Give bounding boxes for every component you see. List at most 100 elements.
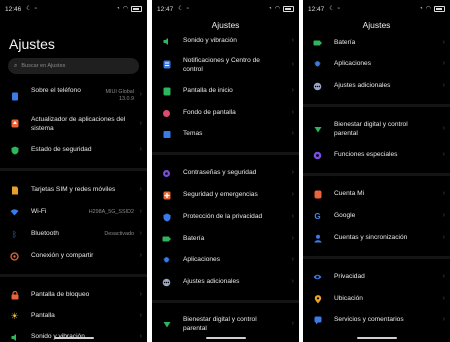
screen-panel-3: 12:47 ☾ ▫ ◔ ◠ Ajustes Batería › ✹ Aplica… xyxy=(303,0,450,342)
chevron-right-icon: › xyxy=(442,234,445,241)
chevron-right-icon: › xyxy=(291,130,294,137)
settings-item-apps[interactable]: ✹ Aplicaciones › xyxy=(152,254,299,266)
emergency-icon xyxy=(162,191,171,200)
settings-item-label: Ajustes adicionales xyxy=(183,278,240,285)
alarm-icon: ◔ xyxy=(116,6,120,12)
chevron-right-icon: › xyxy=(139,312,142,319)
chevron-right-icon: › xyxy=(442,212,445,219)
page-title: Ajustes xyxy=(362,20,391,30)
apps-icon: ✹ xyxy=(162,254,171,265)
settings-item-lock-screen[interactable]: Pantalla de bloqueo › xyxy=(0,289,147,301)
settings-item-safety-emergency[interactable]: Seguridad y emergencias › xyxy=(152,189,299,201)
apps-icon: ✹ xyxy=(313,58,322,69)
mi-account-icon xyxy=(313,190,322,199)
more-icon xyxy=(313,82,322,91)
wifi-status-icon: ◠ xyxy=(274,6,280,12)
settings-item-digital-wellbeing[interactable]: Bienestar digital y control parental › xyxy=(303,119,450,139)
settings-item-display[interactable]: ☀ Pantalla › xyxy=(0,310,147,322)
status-time: 12:46 xyxy=(5,5,22,13)
gesture-bar[interactable] xyxy=(356,337,397,339)
settings-item-bluetooth[interactable]: ᛒ Bluetooth Desactivado › xyxy=(0,228,147,240)
settings-item-digital-wellbeing[interactable]: Bienestar digital y control parental › xyxy=(152,314,299,334)
theme-icon xyxy=(162,130,171,139)
settings-item-mi-account[interactable]: Cuenta Mi › xyxy=(303,188,450,200)
chevron-right-icon: › xyxy=(442,295,445,302)
notification-icon xyxy=(162,60,171,69)
chevron-right-icon: › xyxy=(442,151,445,158)
settings-item-services-feedback[interactable]: Servicios y comentarios › xyxy=(303,314,450,326)
settings-item-themes[interactable]: Temas › xyxy=(152,128,299,140)
search-input[interactable]: ⌕ Buscar en Ajustes xyxy=(8,58,139,74)
alarm-icon: ◔ xyxy=(419,6,423,12)
account-sync-icon xyxy=(313,234,322,243)
chevron-right-icon: › xyxy=(291,169,294,176)
settings-item-privacy-protection[interactable]: Protección de la privacidad › xyxy=(152,211,299,223)
notification-dot-icon: ▫ xyxy=(34,6,37,12)
chevron-right-icon: › xyxy=(139,333,142,340)
settings-item-label: Notificaciones y Centro de control xyxy=(183,57,260,73)
settings-item-label: Cuentas y sincronización xyxy=(334,234,408,241)
settings-item-label: Privacidad xyxy=(334,273,365,280)
settings-item-connection-sharing[interactable]: Conexión y compartir › xyxy=(0,250,147,262)
settings-item-label: Bienestar digital y control parental xyxy=(334,121,408,137)
settings-item-sim-networks[interactable]: Tarjetas SIM y redes móviles › xyxy=(0,184,147,196)
sim-card-icon xyxy=(10,186,19,195)
chevron-right-icon: › xyxy=(442,190,445,197)
chevron-right-icon: › xyxy=(442,60,445,67)
section-divider xyxy=(0,274,147,277)
settings-item-system-app-updater[interactable]: Actualizador de aplicaciones del sistema… xyxy=(0,114,147,134)
settings-item-special-features[interactable]: Funciones especiales › xyxy=(303,149,450,161)
settings-item-additional-settings[interactable]: Ajustes adicionales › xyxy=(152,276,299,288)
settings-item-label: Contraseñas y seguridad xyxy=(183,169,257,176)
settings-item-battery[interactable]: Batería › xyxy=(303,37,450,49)
settings-item-label: Cuenta Mi xyxy=(334,190,365,197)
settings-item-notifications-control-center[interactable]: Notificaciones y Centro de control › xyxy=(152,55,299,75)
status-time: 12:47 xyxy=(308,5,325,13)
bluetooth-icon: ᛒ xyxy=(12,229,17,239)
chevron-right-icon: › xyxy=(442,125,445,132)
settings-item-value: Desactivado xyxy=(104,231,134,237)
battery-icon xyxy=(162,235,171,244)
section-divider xyxy=(303,104,450,107)
chevron-right-icon: › xyxy=(442,39,445,46)
status-time: 12:47 xyxy=(157,5,174,13)
settings-item-battery[interactable]: Batería › xyxy=(152,233,299,245)
gesture-bar[interactable] xyxy=(205,337,246,339)
settings-item-additional-settings[interactable]: Ajustes adicionales › xyxy=(303,80,450,92)
settings-item-label: Actualizador de aplicaciones del sistema xyxy=(31,116,126,132)
status-bar: 12:47 ☾ ▫ ◔ ◠ xyxy=(157,4,294,14)
search-icon: ⌕ xyxy=(14,62,18,69)
gesture-bar[interactable] xyxy=(53,337,94,339)
settings-item-label: Conexión y compartir xyxy=(31,252,94,259)
settings-item-sound-vibration[interactable]: Sonido y vibración › xyxy=(152,35,299,47)
moon-icon: ☾ xyxy=(329,6,335,12)
notification-dot-icon: ▫ xyxy=(337,6,340,12)
settings-item-wifi[interactable]: Wi-Fi H298A_5G_SSID2 › xyxy=(0,206,147,218)
section-divider xyxy=(152,300,299,303)
chevron-right-icon: › xyxy=(139,230,142,237)
settings-item-label: Tarjetas SIM y redes móviles xyxy=(31,186,116,193)
settings-item-apps[interactable]: ✹ Aplicaciones › xyxy=(303,58,450,70)
home-icon xyxy=(162,87,171,96)
settings-item-about-phone[interactable]: Sobre el teléfono MIUI Global 13.0.9 › xyxy=(0,86,147,106)
settings-item-wallpaper[interactable]: Fondo de pantalla › xyxy=(152,107,299,119)
battery-status-icon xyxy=(434,6,445,12)
settings-item-location[interactable]: Ubicación › xyxy=(303,293,450,305)
settings-item-passwords-security[interactable]: Contraseñas y seguridad › xyxy=(152,167,299,179)
eye-icon xyxy=(313,273,322,282)
chevron-right-icon: › xyxy=(139,291,142,298)
settings-item-security-status[interactable]: Estado de seguridad › xyxy=(0,144,147,156)
chevron-right-icon: › xyxy=(291,213,294,220)
chevron-right-icon: › xyxy=(139,186,142,193)
phone-icon xyxy=(10,92,19,101)
status-bar: 12:47 ☾ ▫ ◔ ◠ xyxy=(308,4,445,14)
settings-item-privacy[interactable]: Privacidad › xyxy=(303,271,450,283)
wifi-status-icon: ◠ xyxy=(122,6,128,12)
settings-item-accounts-sync[interactable]: Cuentas y sincronización › xyxy=(303,232,450,244)
settings-item-home-screen[interactable]: Pantalla de inicio › xyxy=(152,85,299,97)
moon-icon: ☾ xyxy=(178,6,184,12)
share-icon xyxy=(10,251,19,261)
settings-item-google[interactable]: G Google › xyxy=(303,210,450,222)
settings-item-label: Pantalla de bloqueo xyxy=(31,291,90,298)
settings-item-label: Servicios y comentarios xyxy=(334,316,404,323)
